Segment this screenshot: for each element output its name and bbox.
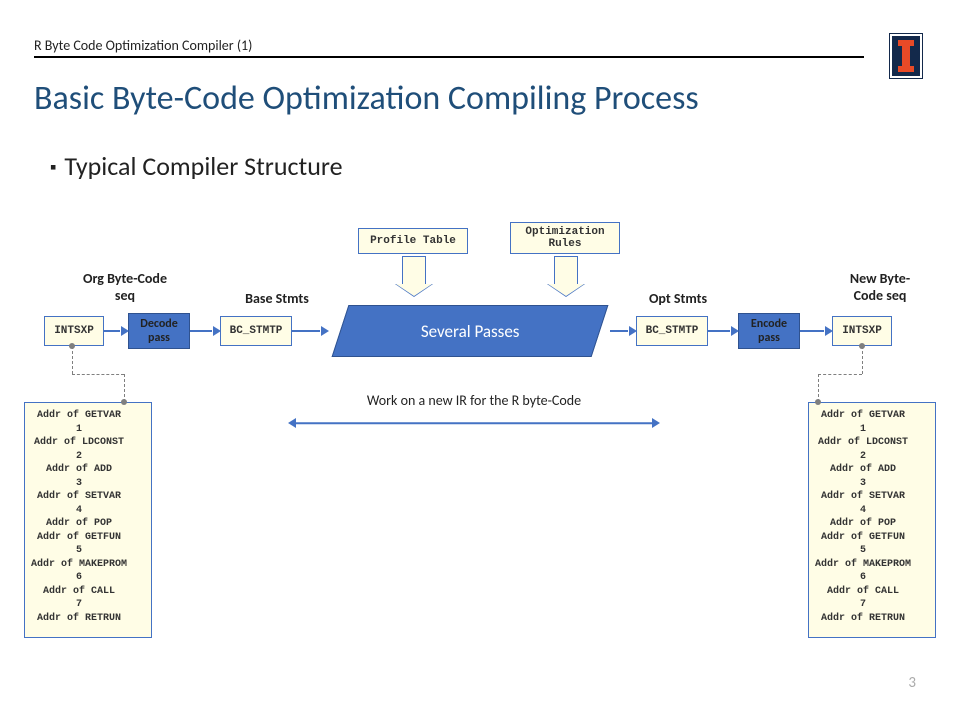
arrow-rules-down-icon: [548, 256, 584, 296]
box-profile-table: Profile Table: [358, 228, 468, 254]
annotation-new-ir: Work on a new IR for the R byte-Code: [334, 392, 614, 409]
several-passes-text: Several Passes: [421, 321, 520, 342]
slide: R Byte Code Optimization Compiler (1) Ba…: [0, 0, 960, 720]
box-intsxp-right: INTSXP: [832, 316, 892, 346]
dash-right-v2-icon: [818, 374, 819, 402]
box-encode-pass: Encode pass: [738, 313, 800, 349]
header-new-byte-code-seq: New Byte- Code seq: [832, 270, 928, 304]
arrow-profile-down-icon: [396, 256, 432, 296]
bullet-typical-compiler: ▪ Typical Compiler Structure: [50, 150, 343, 182]
header-opt-stmts: Opt Stmts: [638, 290, 718, 307]
box-bc-stmtp-left: BC_STMTP: [220, 316, 292, 346]
dot-left-end-icon: [121, 399, 127, 405]
dot-left-start-icon: [69, 343, 75, 349]
header-org-byte-code-seq: Org Byte-Code seq: [70, 270, 180, 304]
arrow-ir-span-icon: [288, 418, 660, 428]
header-base-stmts: Base Stmts: [232, 290, 322, 307]
dash-right-h-icon: [818, 374, 862, 375]
dash-left-v2-icon: [124, 374, 125, 402]
code-listing-left: Addr of GETVAR 1 Addr of LDCONST 2 Addr …: [24, 402, 152, 638]
dash-left-v-icon: [72, 346, 73, 374]
header-rule: [34, 56, 864, 58]
dash-left-h-icon: [72, 374, 124, 375]
box-bc-stmtp-right: BC_STMTP: [636, 316, 708, 346]
code-listing-right: Addr of GETVAR 1 Addr of LDCONST 2 Addr …: [808, 402, 936, 638]
dot-right-end-icon: [815, 399, 821, 405]
box-decode-pass: Decode pass: [128, 313, 190, 349]
illinois-logo: [886, 30, 926, 82]
box-several-passes: Several Passes: [332, 305, 609, 357]
bullet-square-icon: ▪: [50, 156, 56, 178]
dot-right-start-icon: [859, 343, 865, 349]
header-label: R Byte Code Optimization Compiler (1): [34, 37, 252, 54]
box-optimization-rules: Optimization Rules: [510, 222, 620, 254]
page-number: 3: [908, 674, 916, 692]
dash-right-v-icon: [862, 346, 863, 374]
bullet-text: Typical Compiler Structure: [64, 150, 342, 182]
page-title: Basic Byte-Code Optimization Compiling P…: [34, 78, 699, 119]
box-intsxp-left: INTSXP: [44, 316, 104, 346]
code-listing-left-text: Addr of GETVAR 1 Addr of LDCONST 2 Addr …: [31, 409, 127, 625]
code-listing-right-text: Addr of GETVAR 1 Addr of LDCONST 2 Addr …: [815, 409, 911, 625]
